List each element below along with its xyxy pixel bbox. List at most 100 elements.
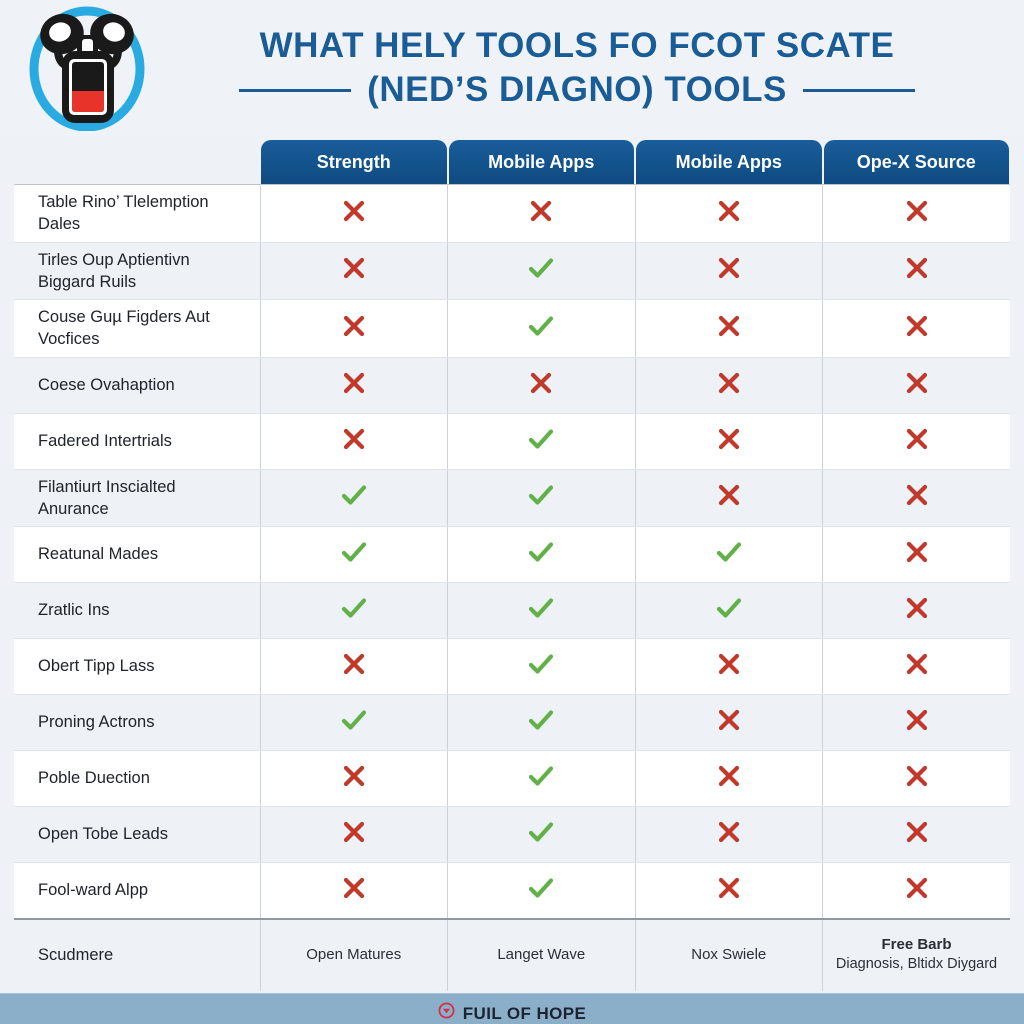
summary-cell: Nox Swiele [635, 917, 823, 991]
page-title-line-2: (NED’S DIAGNO) TOOLS [367, 70, 787, 109]
table-row: Obert Tipp Lass [14, 638, 1010, 696]
check-cell [260, 582, 448, 640]
table-row: Fool-ward Alpp [14, 862, 1010, 920]
summary-cell-main: Langet Wave [497, 946, 586, 963]
cross-cell [260, 357, 448, 414]
summary-cell-main: Open Matures [306, 946, 402, 963]
cross-icon [714, 649, 744, 679]
check-icon [339, 705, 369, 735]
cross-icon [902, 649, 932, 679]
check-icon [339, 537, 369, 567]
cross-icon [902, 593, 932, 623]
table-row: Tirles Oup Aptientivn Biggard Ruils [14, 242, 1010, 301]
check-cell [260, 526, 448, 584]
cross-cell [822, 526, 1010, 584]
cross-cell [822, 184, 1010, 243]
cross-icon [714, 705, 744, 735]
title-rule-left [239, 88, 352, 92]
cross-cell [635, 638, 823, 696]
cross-icon [526, 196, 556, 226]
cross-cell [260, 299, 448, 358]
cross-icon [339, 817, 369, 847]
check-icon [526, 537, 556, 567]
column-header-1[interactable]: Mobile Apps [448, 136, 636, 185]
cross-cell [260, 184, 448, 243]
row-label: Tirles Oup Aptientivn Biggard Ruils [14, 242, 261, 301]
cross-cell [822, 862, 1010, 920]
column-header-blank [14, 136, 260, 185]
table-header-row: Strength Mobile Apps Mobile Apps Ope-X S… [14, 136, 1010, 185]
row-label: Table Rino’ Tlelemption Dales [14, 184, 261, 243]
title-rule-right [802, 88, 915, 92]
table-row: Coese Ovahaption [14, 357, 1010, 414]
row-label: Couse Guµ Figders Aut Vocfices [14, 299, 261, 358]
table-row: Poble Duection [14, 750, 1010, 808]
row-label: Coese Ovahaption [14, 357, 261, 414]
cross-icon [902, 311, 932, 341]
cross-icon [902, 480, 932, 510]
cross-icon [526, 368, 556, 398]
summary-cell-main: Free Barb [881, 936, 952, 954]
cross-cell [447, 357, 636, 414]
cross-cell [822, 469, 1010, 528]
check-cell [447, 750, 636, 808]
cross-cell [822, 582, 1010, 640]
cross-icon [339, 311, 369, 341]
check-icon [526, 480, 556, 510]
column-header-label-3: Ope-X Source [823, 140, 1009, 184]
cross-icon [902, 196, 932, 226]
cross-cell [635, 357, 823, 414]
cross-icon [339, 424, 369, 454]
check-icon [714, 593, 744, 623]
check-cell [447, 242, 636, 301]
cross-cell [822, 357, 1010, 414]
summary-cell: Langet Wave [447, 917, 636, 991]
cross-icon [902, 253, 932, 283]
comparison-table-wrapper: Strength Mobile Apps Mobile Apps Ope-X S… [0, 136, 1024, 991]
check-cell [447, 413, 636, 470]
cross-cell [635, 413, 823, 470]
cross-icon [902, 705, 932, 735]
check-icon [714, 537, 744, 567]
row-label: Filantiurt Inscialted Anurance [14, 469, 261, 528]
page-title-line-1: WHAT HELY TOOLS FO FCOT SCATE [259, 25, 895, 65]
cross-cell [822, 694, 1010, 752]
check-cell [260, 469, 448, 528]
cross-cell [635, 750, 823, 808]
table-row: Proning Actrons [14, 694, 1010, 752]
check-cell [447, 806, 636, 864]
row-label: Obert Tipp Lass [14, 638, 261, 696]
table-summary-row: Scudmere Open Matures Langet Wave Nox Swiel… [14, 917, 1010, 991]
cross-cell [635, 862, 823, 920]
column-header-2[interactable]: Mobile Apps [635, 136, 823, 185]
table-body: Table Rino’ Tlelemption Dales Tirles Oup … [14, 184, 1010, 991]
check-icon [526, 705, 556, 735]
table-row: Fadered Intertrials [14, 413, 1010, 470]
cross-cell [822, 638, 1010, 696]
cross-cell [260, 750, 448, 808]
cross-cell [635, 469, 823, 528]
cross-icon [339, 649, 369, 679]
cross-cell [260, 638, 448, 696]
column-header-3[interactable]: Ope-X Source [823, 136, 1011, 185]
cross-icon [902, 761, 932, 791]
obd-scanner-icon [14, 5, 164, 131]
row-label: Zratlic Ins [14, 582, 261, 640]
table-row: Couse Guµ Figders Aut Vocfices [14, 299, 1010, 358]
table-row: Reatunal Mades [14, 526, 1010, 584]
table-row: Zratlic Ins [14, 582, 1010, 640]
cross-icon [902, 368, 932, 398]
cross-cell [822, 413, 1010, 470]
column-header-0[interactable]: Strength [260, 136, 448, 185]
cross-cell [260, 806, 448, 864]
check-icon [526, 761, 556, 791]
cross-cell [635, 694, 823, 752]
cross-cell [635, 184, 823, 243]
cross-icon [714, 368, 744, 398]
summary-cell-main: Nox Swiele [691, 946, 767, 963]
check-cell [447, 582, 636, 640]
cross-icon [714, 873, 744, 903]
check-icon [526, 424, 556, 454]
row-label: Poble Duection [14, 750, 261, 808]
cross-icon [714, 817, 744, 847]
